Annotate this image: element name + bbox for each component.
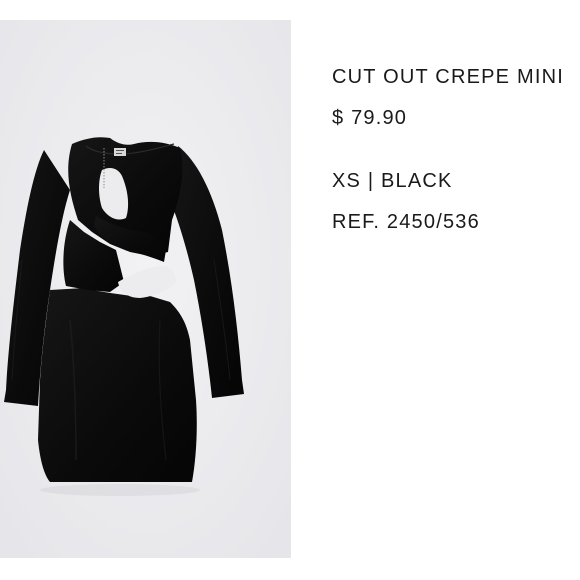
product-title[interactable]: CUT OUT CREPE MINI <box>332 64 580 90</box>
product-info: CUT OUT CREPE MINI $ 79.90 XS | BLACK RE… <box>332 64 580 235</box>
product-photo[interactable] <box>0 20 291 558</box>
clothing-label <box>114 148 126 156</box>
skirt <box>38 288 197 482</box>
dress-illustration <box>0 20 291 558</box>
product-variant: XS | BLACK <box>332 170 453 192</box>
product-price: $ 79.90 <box>332 107 408 129</box>
product-reference: REF. 2450/536 <box>332 211 480 233</box>
